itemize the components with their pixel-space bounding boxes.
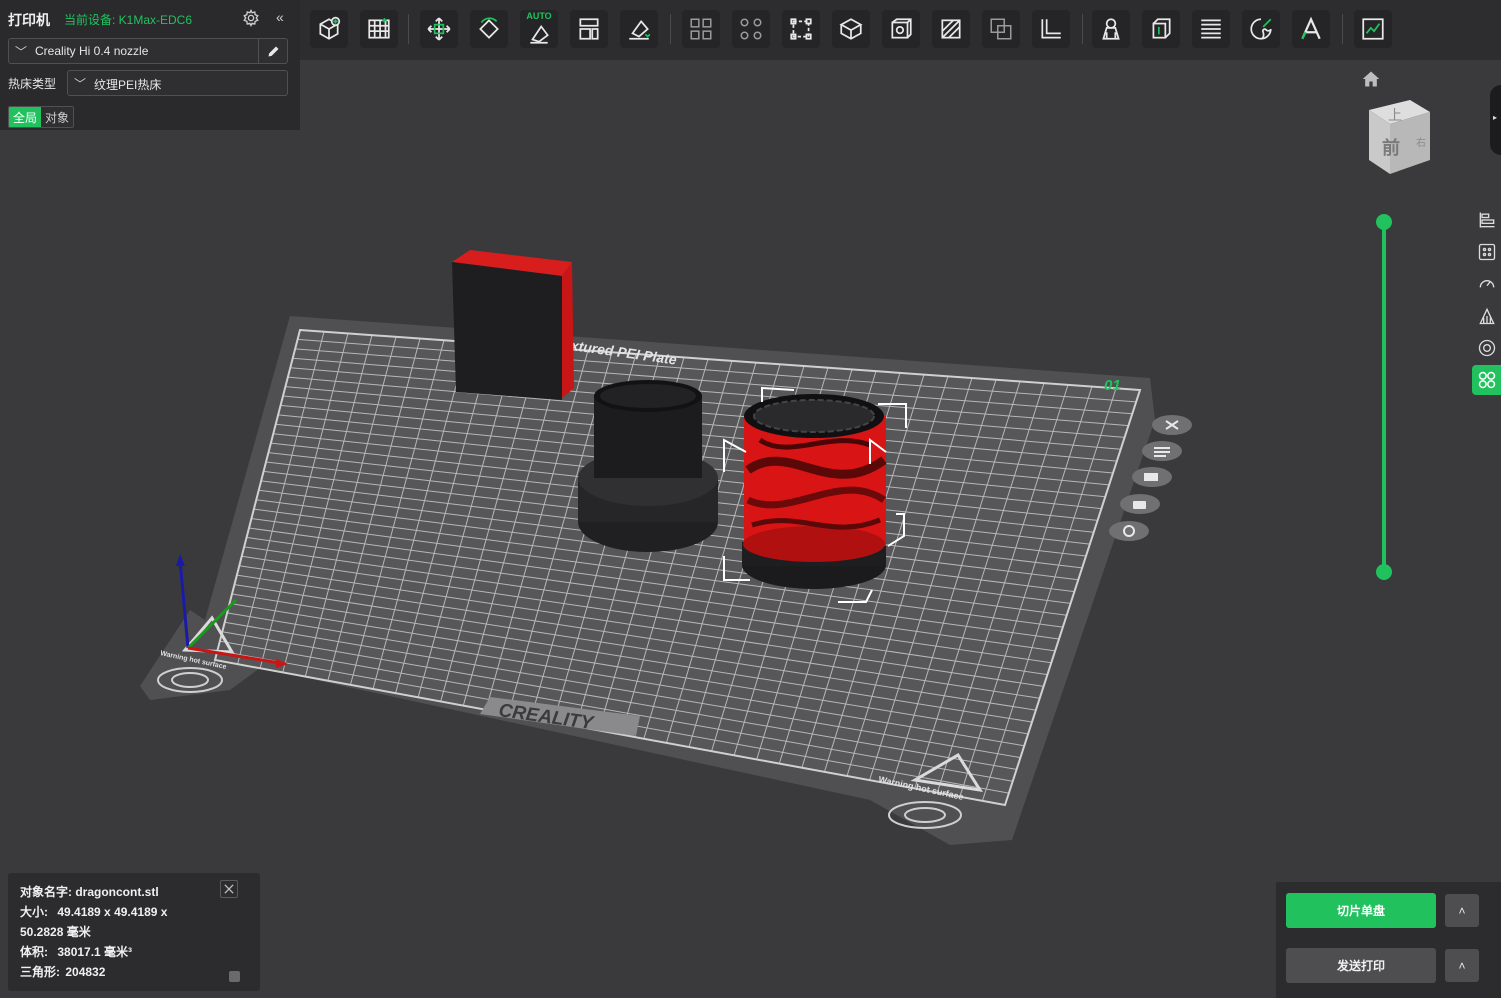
arrange-icon[interactable] — [682, 10, 720, 48]
printer-title: 打印机 — [8, 12, 50, 28]
collapse-panel-icon[interactable]: « — [276, 9, 284, 25]
view-side-toolbar — [1472, 205, 1501, 397]
camera-icon[interactable] — [1472, 333, 1501, 363]
layer-slider-bottom-handle[interactable] — [1376, 564, 1392, 580]
layer-slider-top-handle[interactable] — [1376, 214, 1392, 230]
text-icon[interactable] — [1292, 10, 1330, 48]
plate-lock-button[interactable] — [1120, 494, 1160, 514]
block-object[interactable] — [452, 250, 574, 400]
close-icon — [224, 884, 234, 894]
top-toolbar: AUTO — [300, 0, 1501, 60]
bed-type-select[interactable]: ﹀ 纹理PEI热床 — [67, 70, 288, 96]
measure-icon[interactable] — [1032, 10, 1070, 48]
minimize-info-button[interactable] — [229, 971, 240, 982]
nozzle-value: Creality Hi 0.4 nozzle — [35, 44, 149, 58]
chevron-down-icon: ﹀ — [15, 45, 28, 59]
bed-type-value: 纹理PEI热床 — [94, 78, 162, 92]
hollow-icon[interactable] — [932, 10, 970, 48]
slice-plate-button[interactable]: 切片单盘 — [1286, 893, 1436, 928]
multi-object-icon[interactable] — [1472, 365, 1501, 395]
move-icon[interactable] — [420, 10, 458, 48]
send-print-button[interactable]: 发送打印 — [1286, 948, 1436, 983]
cylinder-object[interactable] — [578, 380, 718, 552]
volume-value: 38017.1 毫米³ — [57, 945, 133, 959]
right-panel-toggle[interactable]: ▸ — [1490, 85, 1501, 155]
boolean-icon[interactable] — [982, 10, 1020, 48]
triangles-label: 三角形: — [20, 965, 60, 979]
plate-number: 01 — [1104, 377, 1121, 394]
name-label: 对象名字: — [20, 885, 72, 899]
scale-box-icon[interactable] — [782, 10, 820, 48]
volume-label: 体积: — [20, 945, 48, 959]
view-cube-top: 上 — [1388, 108, 1402, 124]
send-options-button[interactable]: ˄ — [1445, 949, 1479, 982]
gear-icon[interactable] — [242, 9, 260, 27]
info-name-row: 对象名字: dragoncont.stl — [20, 883, 159, 900]
close-info-button[interactable] — [220, 880, 238, 898]
auto-orient-icon[interactable]: AUTO — [520, 10, 558, 48]
view-cube[interactable]: 上 前 右 — [1366, 98, 1436, 178]
slice-options-button[interactable]: ˄ — [1445, 894, 1479, 927]
color-paint-icon[interactable] — [1242, 10, 1280, 48]
info-volume-row: 体积: 38017.1 毫米³ — [20, 943, 132, 960]
plate-close-button[interactable] — [1152, 415, 1192, 435]
slice-actions-panel: 切片单盘 ˄ 发送打印 ˄ — [1276, 882, 1501, 998]
support-icon[interactable] — [1472, 301, 1501, 331]
plate-list-button[interactable] — [1142, 441, 1182, 461]
printer-panel: 打印机 当前设备: K1Max-EDC6 « ﹀ Creality Hi 0.4… — [0, 0, 300, 130]
tab-global[interactable]: 全局 — [9, 107, 42, 127]
object-info-panel: 对象名字: dragoncont.stl 大小: 49.4189 x 49.41… — [8, 873, 260, 991]
arrange-grid-icon[interactable] — [360, 10, 398, 48]
plate-settings-button[interactable] — [1109, 521, 1149, 541]
size-value: 49.4189 x 49.4189 x — [57, 905, 168, 919]
speed-gauge-icon[interactable] — [1472, 269, 1501, 299]
lay-on-face-icon[interactable] — [620, 10, 658, 48]
assembly-icon[interactable] — [1354, 10, 1392, 48]
size-label: 大小: — [20, 905, 48, 919]
layer-slider-track[interactable] — [1382, 222, 1386, 572]
triangles-value: 204832 — [65, 965, 106, 979]
nozzle-select[interactable]: ﹀ Creality Hi 0.4 nozzle — [8, 38, 288, 64]
settings-scope-tabs: 全局 对象 — [8, 106, 75, 128]
object-grid-icon[interactable] — [1472, 237, 1501, 267]
pencil-icon — [268, 46, 278, 56]
seam-icon[interactable] — [1142, 10, 1180, 48]
plate-auto-button[interactable] — [1132, 467, 1172, 487]
expand-arrow-icon: ▸ — [1493, 113, 1498, 122]
view-cube-front: 前 — [1382, 137, 1400, 159]
current-device-label[interactable]: 当前设备: K1Max-EDC6 — [64, 11, 192, 28]
cube-view-icon[interactable] — [832, 10, 870, 48]
auto-label: AUTO — [526, 11, 552, 21]
split-layout-icon[interactable] — [570, 10, 608, 48]
layers-icon[interactable] — [1192, 10, 1230, 48]
add-object-icon[interactable] — [310, 10, 348, 48]
size-value-continued: 50.2828 毫米 — [20, 925, 91, 939]
dragon-container-object[interactable] — [742, 394, 887, 589]
tab-object[interactable]: 对象 — [41, 107, 74, 127]
chevron-down-icon: ﹀ — [74, 77, 87, 91]
rotate-icon[interactable] — [470, 10, 508, 48]
3d-viewport[interactable]: Creality Textured PEI Plate CREALITY 01 … — [0, 60, 1501, 998]
support-paint-icon[interactable] — [1092, 10, 1130, 48]
info-triangles-row: 三角形: 204832 — [20, 963, 105, 980]
info-size-row: 大小: 49.4189 x 49.4189 x — [20, 903, 167, 920]
bed-type-label: 热床类型 — [8, 77, 57, 91]
cut-icon[interactable] — [882, 10, 920, 48]
edit-printer-button[interactable] — [258, 39, 287, 63]
name-value: dragoncont.stl — [75, 885, 159, 899]
home-icon[interactable] — [1361, 69, 1381, 89]
distribute-icon[interactable] — [732, 10, 770, 48]
view-cube-side: 右 — [1416, 136, 1426, 149]
align-icon[interactable] — [1472, 205, 1501, 235]
